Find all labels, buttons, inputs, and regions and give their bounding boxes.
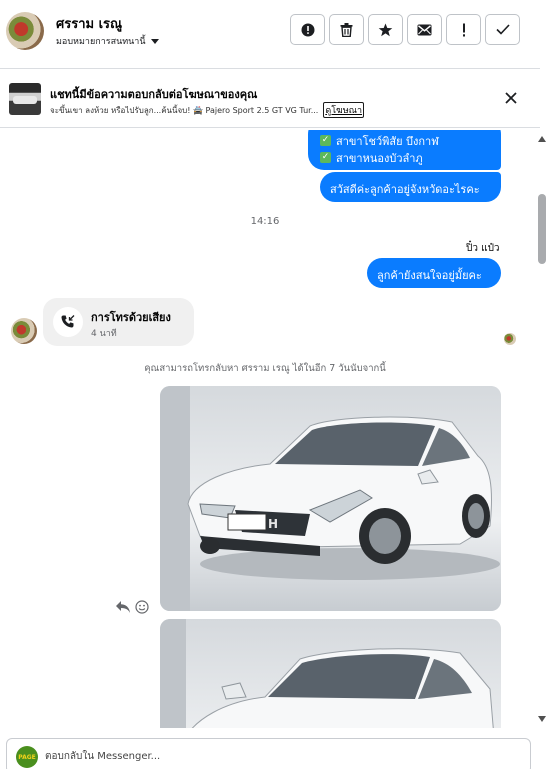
call-title: การโทรด้วยเสียง: [91, 311, 171, 324]
reply-icon: [116, 601, 130, 613]
ad-reply-banner: แชทนี้มีข้อความตอบกลับต่อโฆษณาของคุณ จะข…: [0, 68, 540, 128]
car-photo-image: [160, 619, 501, 728]
check-mark-icon: ✓: [320, 152, 331, 163]
list-item-text: สาขาหนองบัวลำภู: [336, 151, 423, 165]
assign-conversation-dropdown[interactable]: มอบหมายการสนทนานี้: [56, 34, 159, 48]
list-item-text: สาขาโชว์พิสัย บึงกาฬ: [336, 134, 439, 148]
contact-avatar[interactable]: [6, 12, 44, 50]
contact-avatar-small[interactable]: [11, 318, 37, 344]
reply-button[interactable]: [115, 599, 131, 613]
delete-button[interactable]: [329, 14, 364, 45]
message-thread[interactable]: ✓ สาขาโชว์พิสัย บึงกาฬ ✓ สาขาหนองบัวลำภู…: [0, 130, 540, 728]
voice-call-bubble[interactable]: การโทรด้วยเสียง 4 นาที: [43, 298, 194, 346]
sender-name: ปิ๋ว แป๋ว: [466, 243, 500, 254]
car-photo-image: H: [160, 386, 501, 611]
outgoing-message-greeting[interactable]: สวัสดีค่ะลูกค้าอยู่จังหวัดอะไรคะ: [320, 172, 501, 202]
banner-subtitle-row: จะขึ้นเขา ลงห้วย หรือไปรับลูก...ค้นนี้จบ…: [50, 102, 365, 118]
call-duration: 4 นาที: [91, 329, 117, 339]
contact-name[interactable]: ศรราม เรณู: [56, 13, 122, 34]
car-photo-attachment[interactable]: H: [160, 386, 501, 611]
missed-call-icon: [53, 307, 83, 337]
caret-down-icon: [150, 38, 159, 44]
assign-label: มอบหมายการสนทนานี้: [56, 37, 146, 47]
exclamation-icon: [462, 23, 465, 36]
scrollbar-thumb[interactable]: [538, 194, 546, 264]
alert-circle-icon: [301, 23, 314, 36]
star-button[interactable]: [368, 14, 403, 45]
list-item: ✓ สาขาหนองบัวลำภู: [320, 149, 501, 166]
ad-caption: จะขึ้นเขา ลงห้วย หรือไปรับลูก...ค้นนี้จบ…: [50, 105, 319, 115]
message-timestamp: 14:16: [250, 216, 280, 227]
scroll-down-arrow-icon[interactable]: [538, 716, 546, 722]
check-mark-icon: ✓: [320, 135, 331, 146]
mark-unread-button[interactable]: [407, 14, 442, 45]
svg-text:H: H: [268, 517, 278, 531]
mail-icon: [417, 24, 432, 35]
trash-icon: [340, 22, 353, 37]
conversation-toolbar: [290, 14, 520, 45]
close-banner-button[interactable]: [501, 88, 521, 108]
phone-icon: [61, 315, 75, 328]
car-photo-attachment[interactable]: [160, 619, 501, 728]
reply-input[interactable]: [45, 748, 515, 764]
read-receipt-avatar: [504, 333, 516, 345]
message-composer[interactable]: PAGE: [6, 738, 531, 769]
callback-notice: คุณสามารถโทรกลับหา ศรราม เรณู ได้ในอีก 7…: [144, 363, 386, 374]
smiley-icon: [135, 600, 149, 614]
flag-button[interactable]: [446, 14, 481, 45]
outgoing-message-question[interactable]: ลูกค้ายังสนใจอยู่มั้ยคะ: [367, 258, 501, 288]
thread-scrollbar[interactable]: [530, 130, 548, 728]
ad-thumbnail: [9, 83, 41, 115]
outgoing-message-branches[interactable]: ✓ สาขาโชว์พิสัย บึงกาฬ ✓ สาขาหนองบัวลำภู: [308, 130, 501, 170]
react-button[interactable]: [135, 599, 149, 614]
conversation-header: ศรราม เรณู มอบหมายการสนทนานี้: [0, 0, 540, 62]
scroll-up-arrow-icon[interactable]: [538, 136, 546, 142]
page-avatar: PAGE: [16, 746, 38, 768]
check-icon: [495, 24, 510, 35]
list-item: ✓ สาขาโชว์พิสัย บึงกาฬ: [320, 132, 501, 149]
banner-title: แชทนี้มีข้อความตอบกลับต่อโฆษณาของคุณ: [50, 88, 258, 101]
close-icon: [505, 92, 517, 104]
mark-done-button[interactable]: [485, 14, 520, 45]
star-icon: [378, 23, 393, 36]
mark-spam-button[interactable]: [290, 14, 325, 45]
view-ad-link[interactable]: ดูโฆษณา: [323, 102, 365, 118]
